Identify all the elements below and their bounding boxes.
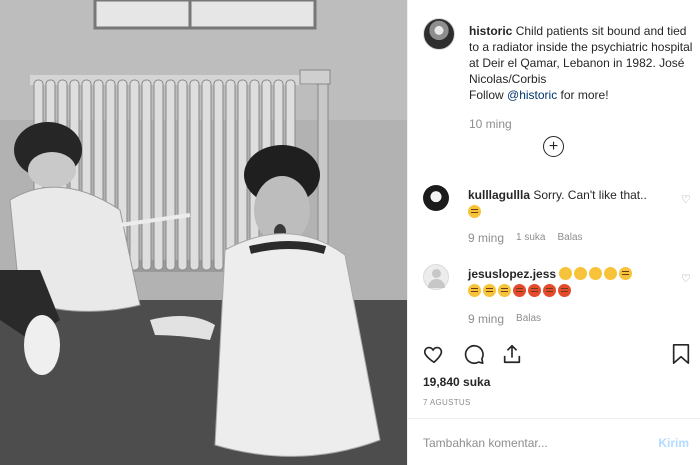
likes-count[interactable]: 19,840 suka [423,375,490,389]
plus-icon: + [548,137,559,155]
screaming-face-emoji [559,267,573,280]
avatar[interactable] [423,185,449,211]
post-side-panel: historic Child patients sit bound and ti… [407,0,700,465]
expressionless-face-emoji [483,284,496,297]
screaming-face-emoji [589,267,603,280]
post-date[interactable]: 7 AGUSTUS [423,398,471,407]
comment-meta: 9 ming Balas [468,312,541,326]
post-time[interactable]: 10 ming [469,117,512,131]
comment-likes[interactable]: 1 suka [516,231,545,245]
expressionless-face-emoji [498,284,511,297]
follow-handle-link[interactable]: @historic [507,88,557,102]
share-icon[interactable] [501,343,523,370]
comment-time[interactable]: 9 ming [468,312,504,326]
comment-username[interactable]: jesuslopez.jess [468,267,556,281]
avatar[interactable] [423,264,449,290]
screaming-face-emoji [604,267,618,280]
comment-text: jesuslopez.jess [468,266,678,300]
comment-text: kulllagullla Sorry. Can't like that.. [468,187,678,221]
angry-face-emoji [528,284,541,297]
post-photo[interactable] [0,0,407,465]
worried-face-emoji [468,284,481,297]
follow-suffix: for more! [557,88,609,102]
comment-reply-button[interactable]: Balas [516,312,541,326]
photo-illustration [0,0,407,465]
worried-face-emoji [468,205,481,218]
heart-icon[interactable] [423,343,445,370]
load-more-comments-button[interactable]: + [543,136,564,157]
comment-like-icon[interactable]: ♡ [681,272,691,285]
comment-body: Sorry. Can't like that.. [533,188,647,202]
comment-reply-button[interactable]: Balas [558,231,583,245]
post-actions-bar [423,343,691,370]
screaming-face-emoji [574,267,588,280]
post-username[interactable]: historic [469,24,512,38]
bookmark-icon[interactable] [671,343,691,370]
angry-face-emoji [558,284,571,297]
comment-username[interactable]: kulllagullla [468,188,530,202]
post-comment-button[interactable]: Kirim [658,436,689,450]
comment-icon[interactable] [463,343,485,370]
avatar[interactable] [423,18,455,50]
post-caption: historic Child patients sit bound and ti… [469,23,697,103]
angry-face-emoji [513,284,526,297]
comment-like-icon[interactable]: ♡ [681,193,691,206]
comment-box: Kirim [408,418,700,465]
comment-input[interactable] [423,433,633,453]
comment-meta: 9 ming 1 suka Balas [468,231,583,245]
worried-face-emoji [619,267,633,280]
comment-time[interactable]: 9 ming [468,231,504,245]
angry-face-emoji [543,284,556,297]
follow-prefix: Follow [469,88,508,102]
